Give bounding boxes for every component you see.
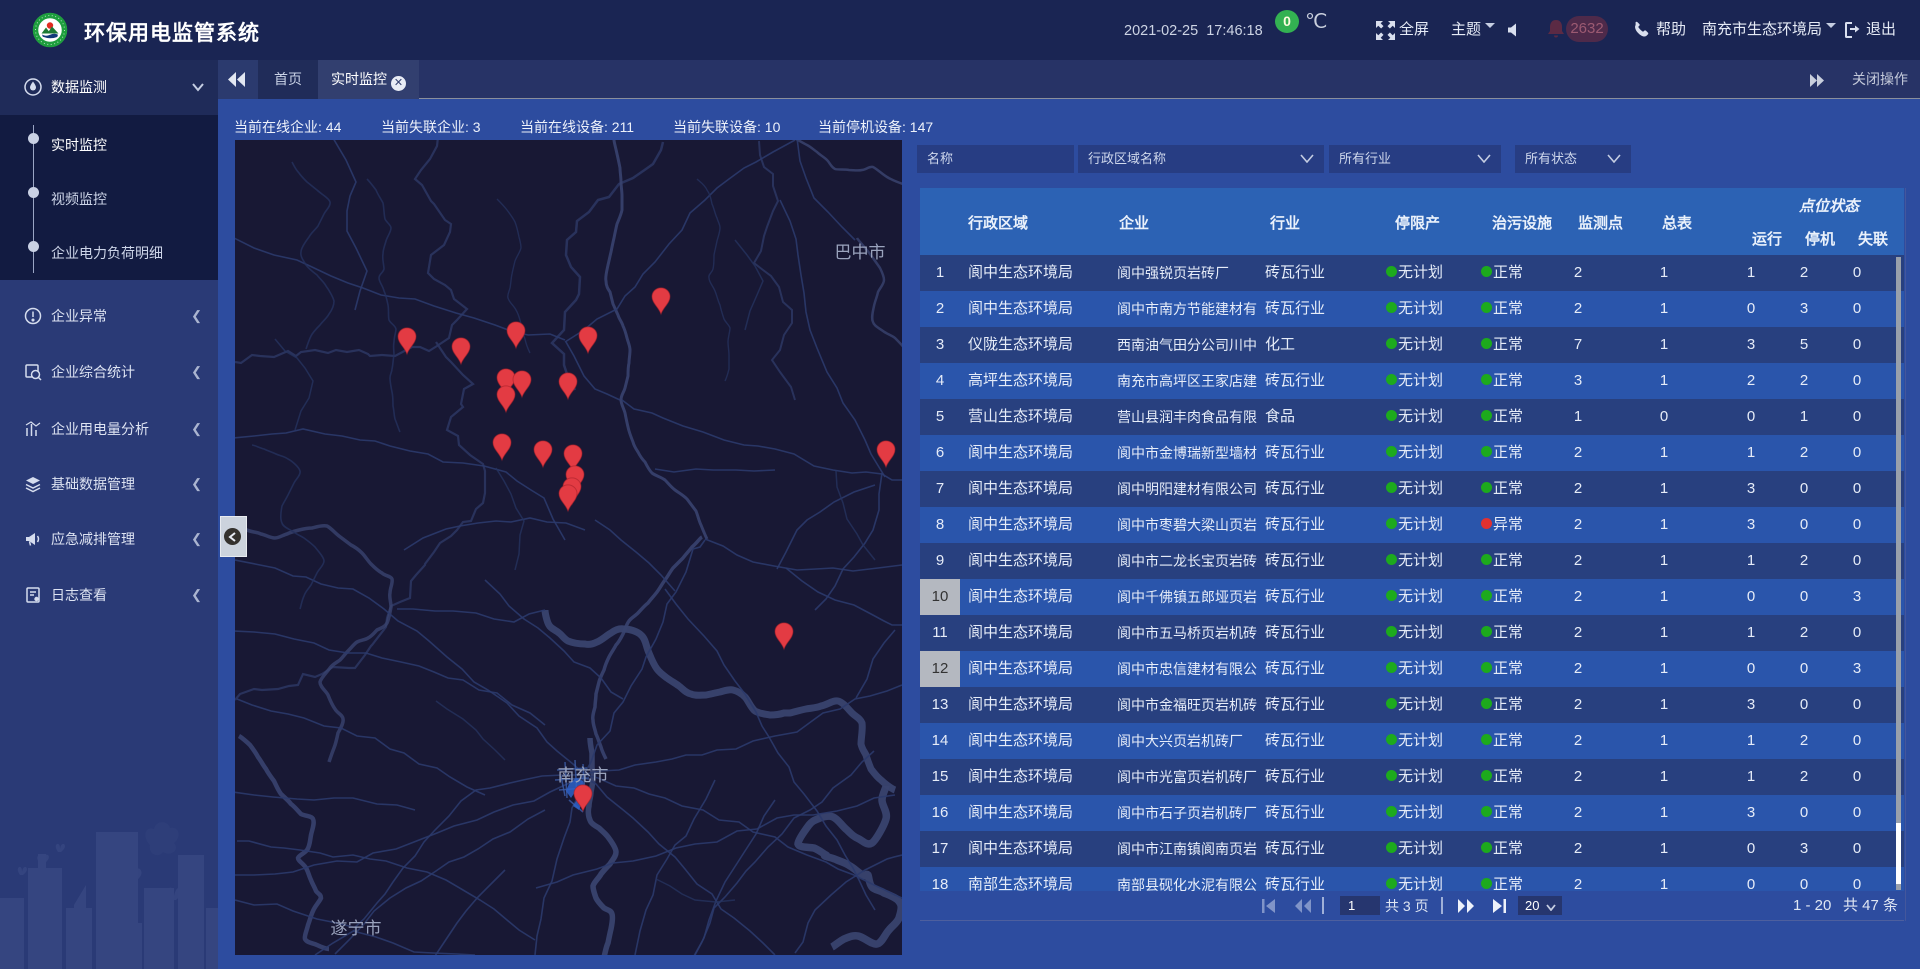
- svg-text:遂宁市: 遂宁市: [331, 919, 382, 938]
- svg-text:南充市: 南充市: [558, 766, 609, 785]
- svg-text:巴中市: 巴中市: [835, 243, 886, 262]
